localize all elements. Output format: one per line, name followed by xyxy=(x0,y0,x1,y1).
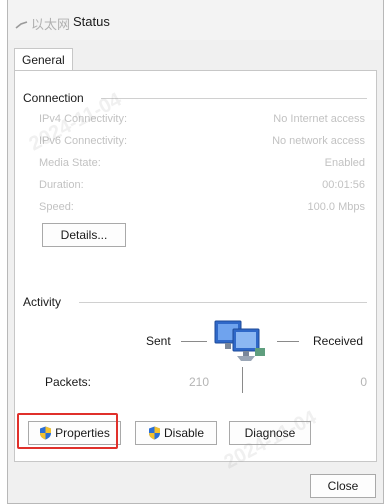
details-button[interactable]: Details... xyxy=(42,223,126,247)
shield-icon xyxy=(148,426,160,440)
packets-received-value: 0 xyxy=(360,375,367,389)
sent-dash xyxy=(181,341,207,342)
general-panel: Connection IPv4 Connectivity: No Interne… xyxy=(14,70,377,474)
packets-label: Packets: xyxy=(45,375,92,389)
received-dash xyxy=(277,341,299,342)
connection-heading: Connection xyxy=(23,91,90,105)
row-duration: Duration: 00:01:56 xyxy=(39,179,365,197)
activity-divider-vertical xyxy=(242,367,243,393)
tab-general[interactable]: General xyxy=(14,48,73,71)
tab-strip: General xyxy=(8,40,383,71)
activity-heading: Activity xyxy=(23,295,68,309)
speed-value: 100.0 Mbps xyxy=(307,201,365,213)
packets-sent-value: 210 xyxy=(188,375,209,389)
ipv6-value: No network access xyxy=(272,135,365,147)
media-state-value: Enabled xyxy=(324,157,365,169)
network-computer-icon xyxy=(214,320,265,361)
ipv4-value: No Internet access xyxy=(273,113,365,125)
sent-label: Sent xyxy=(146,334,171,348)
received-label: Received xyxy=(313,334,364,348)
window-title: Status xyxy=(73,14,110,29)
speed-label: Speed: xyxy=(39,201,74,213)
ethernet-icon xyxy=(15,21,28,29)
media-state-label: Media State: xyxy=(39,157,101,169)
row-ipv6: IPv6 Connectivity: No network access xyxy=(39,135,365,153)
row-media-state: Media State: Enabled xyxy=(39,157,365,175)
title-bar[interactable]: 以太网 Status xyxy=(8,0,383,40)
duration-label: Duration: xyxy=(39,179,84,191)
duration-value: 00:01:56 xyxy=(322,179,365,191)
row-speed: Speed: 100.0 Mbps xyxy=(39,201,365,219)
close-button[interactable]: Close xyxy=(310,474,376,498)
window-title-adapter-name: 以太网 xyxy=(31,18,71,33)
connection-divider xyxy=(101,98,367,99)
activity-divider xyxy=(79,302,367,303)
properties-highlight-box xyxy=(17,413,118,449)
disable-button[interactable]: Disable xyxy=(135,421,217,445)
disable-button-label: Disable xyxy=(163,426,205,440)
